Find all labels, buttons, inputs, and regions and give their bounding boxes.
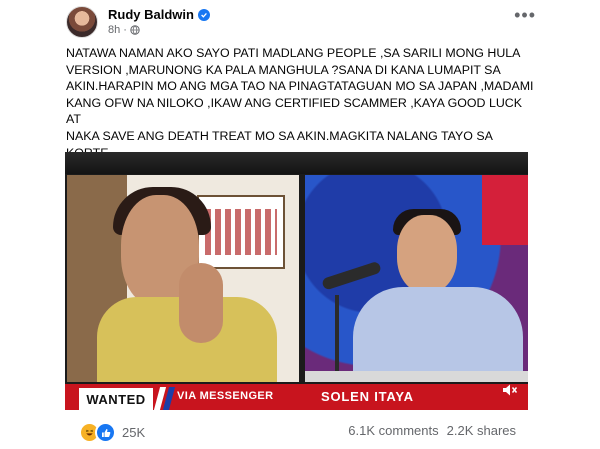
more-options-button[interactable]: ••• [514,6,536,24]
engagement-stats: 6.1K comments 2.2K shares [348,423,516,438]
volume-muted-icon[interactable] [499,379,521,401]
post-timestamp[interactable]: 8h [108,24,120,36]
post-meta: 8h · [108,24,140,36]
comments-count-link[interactable]: 6.1K comments [348,423,438,438]
woman-hand-phone [179,263,223,343]
studio-red-panel [482,175,528,245]
microphone-stand [335,295,339,382]
author-name[interactable]: Rudy Baldwin [108,7,194,22]
wall-calendar [197,195,285,269]
author-row: Rudy Baldwin [108,7,210,22]
verified-badge-icon [197,8,210,21]
studio-desk [305,371,528,382]
video-right-panel [305,175,528,382]
host-shirt [353,287,523,382]
globe-icon[interactable] [130,25,140,35]
video-top-bar [65,152,528,174]
host-face [397,215,457,293]
post-header: Rudy Baldwin 8h · ••• [66,6,536,38]
video-lower-third: WANTED VIA MESSENGER SOLEN ITAYA [65,384,528,410]
video-left-panel [67,175,299,382]
video-player[interactable]: WANTED VIA MESSENGER SOLEN ITAYA [65,152,528,410]
via-messenger-label: VIA MESSENGER [177,390,274,402]
calendar-image [205,209,277,255]
like-reaction-icon [95,422,116,443]
reaction-count: 25K [122,425,146,440]
shares-count-link[interactable]: 2.2K shares [447,423,516,438]
reactions-summary[interactable]: 25K [79,422,145,443]
guest-name-label: SOLEN ITAYA [321,389,414,404]
wanted-label: WANTED [79,388,153,410]
author-avatar[interactable] [66,6,98,38]
